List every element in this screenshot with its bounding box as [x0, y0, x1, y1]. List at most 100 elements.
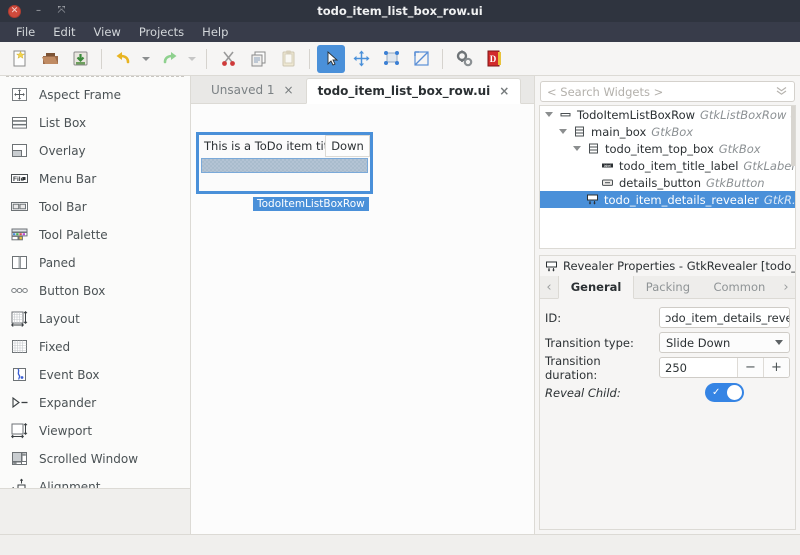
tree-row-todo-item-details-revealer[interactable]: todo_item_details_revealer GtkR... — [540, 191, 795, 208]
tab-general[interactable]: General — [558, 276, 634, 299]
tree-row-todo-item-top-box[interactable]: todo_item_top_box GtkBox — [540, 140, 795, 157]
close-icon[interactable]: ✕ — [8, 5, 21, 18]
expander-toggle[interactable] — [544, 112, 554, 117]
open-file-button[interactable] — [36, 45, 64, 73]
redo-dropdown[interactable] — [185, 45, 199, 73]
palette-item-button-box[interactable]: Button Box — [0, 277, 190, 305]
tree-row-name: todo_item_top_box — [605, 142, 714, 156]
palette-item-tool-bar[interactable]: Tool Bar — [0, 193, 190, 221]
decrement-button[interactable]: − — [737, 358, 763, 377]
redo-button[interactable] — [155, 45, 183, 73]
menu-edit[interactable]: Edit — [45, 23, 83, 41]
properties-prev-arrow[interactable]: ‹ — [540, 276, 558, 298]
expander-toggle[interactable] — [572, 146, 582, 151]
expand-all-icon[interactable] — [775, 84, 788, 100]
palette-footer — [0, 488, 190, 534]
paste-button[interactable] — [274, 45, 302, 73]
canvas-selection-tag: TodoItemListBoxRow — [253, 197, 369, 211]
palette-item-label: Paned — [39, 256, 76, 270]
property-label-transition-type: Transition type: — [545, 336, 653, 350]
expander-toggle[interactable] — [558, 129, 568, 134]
menu-file[interactable]: File — [8, 23, 43, 41]
transition-duration-stepper[interactable]: 250 − + — [659, 357, 790, 378]
tab-label: todo_item_list_box_row.ui — [318, 84, 491, 98]
properties-tabs: ‹ General Packing Common › — [540, 276, 795, 299]
align-edit-button[interactable] — [407, 45, 435, 73]
tab-todo-item-list-box-row[interactable]: todo_item_list_box_row.ui × — [306, 78, 522, 104]
alignment-icon — [10, 477, 29, 488]
tree-row-main-box[interactable]: main_box GtkBox — [540, 123, 795, 140]
tab-common[interactable]: Common — [702, 276, 777, 298]
palette-item-label: Tool Palette — [39, 228, 108, 242]
toolbar-separator-3 — [309, 49, 310, 69]
tab-packing[interactable]: Packing — [634, 276, 702, 298]
revealer-icon — [545, 260, 558, 273]
toolbar-separator-2 — [206, 49, 207, 69]
tree-row-details-button[interactable]: details_button GtkButton — [540, 174, 795, 191]
close-icon[interactable]: × — [284, 84, 294, 96]
minimize-icon[interactable]: – — [33, 6, 44, 17]
canvas-widget-details-button[interactable]: Down — [325, 135, 370, 157]
id-input[interactable]: ɔdo_item_details_revealer — [659, 307, 790, 328]
palette-item-aspect-frame[interactable]: Aspect Frame — [0, 81, 190, 109]
preferences-button[interactable] — [450, 45, 478, 73]
canvas-widget-details-revealer[interactable] — [201, 158, 368, 173]
palette-item-scrolled-window[interactable]: Scrolled Window — [0, 445, 190, 473]
search-widgets-field[interactable]: < Search Widgets > — [540, 81, 795, 102]
tab-label: Unsaved 1 — [211, 83, 275, 97]
svg-text:D: D — [489, 54, 496, 64]
palette-item-expander[interactable]: Expander — [0, 389, 190, 417]
margin-edit-button[interactable] — [377, 45, 405, 73]
tab-unsaved-1[interactable]: Unsaved 1 × — [199, 77, 306, 103]
palette-item-menu-bar[interactable]: File Menu Bar — [0, 165, 190, 193]
save-file-button[interactable] — [66, 45, 94, 73]
overlay-icon — [10, 141, 29, 160]
reveal-child-toggle[interactable]: ✓ — [705, 383, 744, 402]
canvas-widget-todoitemlistboxrow[interactable]: This is a ToDo item title Down — [196, 132, 373, 194]
close-icon[interactable]: × — [499, 85, 509, 97]
drag-resize-button[interactable] — [347, 45, 375, 73]
menu-help[interactable]: Help — [194, 23, 236, 41]
tree-scrollbar[interactable] — [791, 106, 795, 166]
margin-edit-icon — [382, 49, 401, 68]
properties-next-arrow[interactable]: › — [777, 276, 795, 298]
palette-item-label: Aspect Frame — [39, 88, 121, 102]
copy-button[interactable] — [244, 45, 272, 73]
undo-button[interactable] — [109, 45, 137, 73]
status-bar — [0, 534, 800, 555]
palette-item-overlay[interactable]: Overlay — [0, 137, 190, 165]
maximize-icon[interactable]: ⤧ — [56, 6, 67, 17]
palette-item-viewport[interactable]: Viewport — [0, 417, 190, 445]
select-tool-button[interactable] — [317, 45, 345, 73]
tree-row-todo-item-title-label[interactable]: label todo_item_title_label GtkLabel — [540, 157, 795, 174]
menu-view[interactable]: View — [86, 23, 129, 41]
undo-arrow-icon — [114, 49, 133, 68]
transition-duration-value[interactable]: 250 — [660, 358, 737, 377]
search-placeholder: < Search Widgets > — [547, 85, 775, 99]
cut-button[interactable] — [214, 45, 242, 73]
palette-item-label: Expander — [39, 396, 96, 410]
undo-dropdown[interactable] — [139, 45, 153, 73]
increment-button[interactable]: + — [763, 358, 789, 377]
canvas-widget-title-label[interactable]: This is a ToDo item title — [199, 135, 325, 157]
clipboard-icon — [279, 49, 298, 68]
tool-bar-icon — [10, 197, 29, 216]
property-label-transition-duration: Transition duration: — [545, 354, 653, 382]
menu-projects[interactable]: Projects — [131, 23, 192, 41]
palette-item-paned[interactable]: Paned — [0, 249, 190, 277]
widget-tree[interactable]: TodoItemListBoxRow GtkListBoxRow (... ma… — [539, 105, 796, 249]
palette-item-event-box[interactable]: Event Box — [0, 361, 190, 389]
palette-item-tool-palette[interactable]: Tool Palette — [0, 221, 190, 249]
label-icon: label — [601, 159, 614, 172]
palette-item-layout[interactable]: Layout — [0, 305, 190, 333]
devhelp-button[interactable]: D — [480, 45, 508, 73]
palette-item-alignment[interactable]: Alignment — [0, 473, 190, 488]
new-file-button[interactable] — [6, 45, 34, 73]
transition-type-select[interactable]: Slide Down — [659, 332, 790, 353]
property-row-reveal-child: Reveal Child: ✓ — [545, 380, 790, 405]
tree-row-todoitemlistboxrow[interactable]: TodoItemListBoxRow GtkListBoxRow (... — [540, 106, 795, 123]
design-canvas[interactable]: This is a ToDo item title Down TodoItemL… — [191, 104, 534, 534]
paned-icon — [10, 253, 29, 272]
palette-item-fixed[interactable]: Fixed — [0, 333, 190, 361]
palette-item-list-box[interactable]: List Box — [0, 109, 190, 137]
